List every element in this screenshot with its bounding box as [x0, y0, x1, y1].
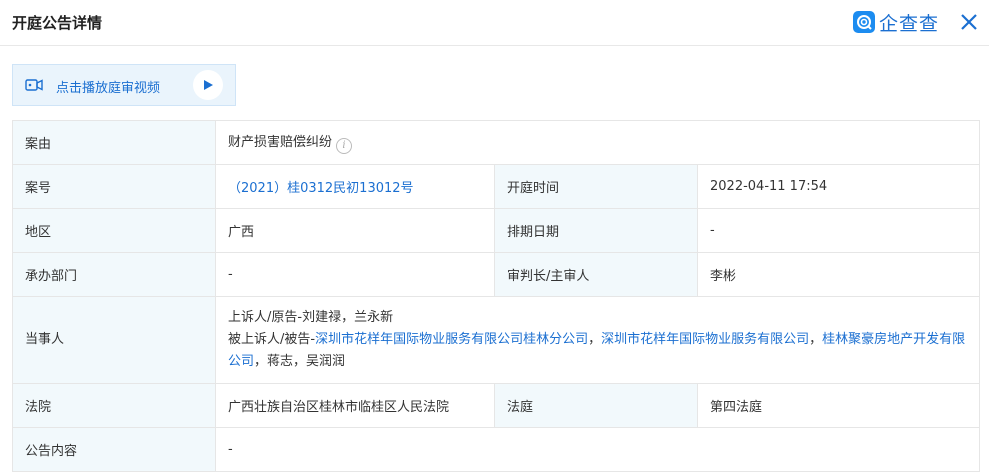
value-hearing-time: 2022-04-11 17:54 [697, 164, 980, 209]
table-row: 地区 广西 排期日期 - [12, 208, 980, 253]
company-link-2[interactable]: 深圳市花样年国际物业服务有限公司 [601, 332, 809, 347]
label-schedule-date: 排期日期 [494, 208, 698, 253]
play-trial-video-button[interactable]: 点击播放庭审视频 [12, 64, 236, 106]
separator: ， [809, 332, 823, 347]
video-camera-icon [25, 79, 43, 91]
value-department: - [215, 252, 495, 297]
info-icon[interactable]: i [336, 138, 353, 154]
label-department: 承办部门 [12, 252, 216, 297]
case-number-link[interactable]: （2021）桂0312民初13012号 [228, 181, 414, 196]
value-parties: 上诉人/原告-刘建禄，兰永新 被上诉人/被告-深圳市花样年国际物业服务有限公司桂… [215, 296, 980, 384]
case-reason-text: 财产损害赔偿纠纷 [228, 135, 333, 150]
brand-name: 企查查 [879, 12, 940, 35]
table-row: 承办部门 - 审判长/主审人 李彬 [12, 252, 980, 297]
hearing-info-table: 案由 财产损害赔偿纠纷 i 案号 （2021）桂0312民初13012号 开庭时间… [12, 120, 980, 472]
parties-defendant: 被上诉人/被告-深圳市花样年国际物业服务有限公司桂林分公司，深圳市花样年国际物业… [228, 329, 967, 373]
value-case-number: （2021）桂0312民初13012号 [215, 164, 495, 209]
label-content: 公告内容 [12, 427, 216, 472]
close-icon [961, 14, 977, 30]
table-row: 案号 （2021）桂0312民初13012号 开庭时间 2022-04-11 1… [12, 164, 980, 209]
company-link-1[interactable]: 深圳市花样年国际物业服务有限公司桂林分公司 [315, 332, 588, 347]
qcc-logo-icon [853, 11, 875, 33]
page-title: 开庭公告详情 [12, 14, 103, 32]
label-region: 地区 [12, 208, 216, 253]
label-case-reason: 案由 [12, 120, 216, 165]
value-content: - [215, 427, 980, 472]
play-icon [204, 80, 213, 90]
value-region: 广西 [215, 208, 495, 253]
header-bar: 开庭公告详情 企查查 [0, 0, 989, 46]
defendant-suffix: ，蒋志，吴润润 [254, 354, 346, 369]
table-row: 法院 广西壮族自治区桂林市临桂区人民法院 法庭 第四法庭 [12, 383, 980, 428]
table-row: 当事人 上诉人/原告-刘建禄，兰永新 被上诉人/被告-深圳市花样年国际物业服务有… [12, 296, 980, 384]
table-row: 公告内容 - [12, 427, 980, 472]
label-case-number: 案号 [12, 164, 216, 209]
separator: ， [588, 332, 602, 347]
close-button[interactable] [958, 11, 980, 33]
brand-logo: 企查查 [853, 9, 939, 35]
video-button-label: 点击播放庭审视频 [56, 81, 161, 96]
defendant-prefix: 被上诉人/被告- [228, 332, 316, 347]
label-hearing-time: 开庭时间 [494, 164, 698, 209]
value-schedule-date: - [697, 208, 980, 253]
value-court: 广西壮族自治区桂林市临桂区人民法院 [215, 383, 495, 428]
value-case-reason: 财产损害赔偿纠纷 i [215, 120, 980, 165]
label-judge: 审判长/主审人 [494, 252, 698, 297]
parties-plaintiff: 上诉人/原告-刘建禄，兰永新 [228, 310, 394, 325]
label-parties: 当事人 [12, 296, 216, 384]
label-court: 法院 [12, 383, 216, 428]
label-courtroom: 法庭 [494, 383, 698, 428]
value-judge: 李彬 [697, 252, 980, 297]
play-button[interactable] [193, 70, 223, 100]
table-row: 案由 财产损害赔偿纠纷 i [12, 120, 980, 165]
value-courtroom: 第四法庭 [697, 383, 980, 428]
